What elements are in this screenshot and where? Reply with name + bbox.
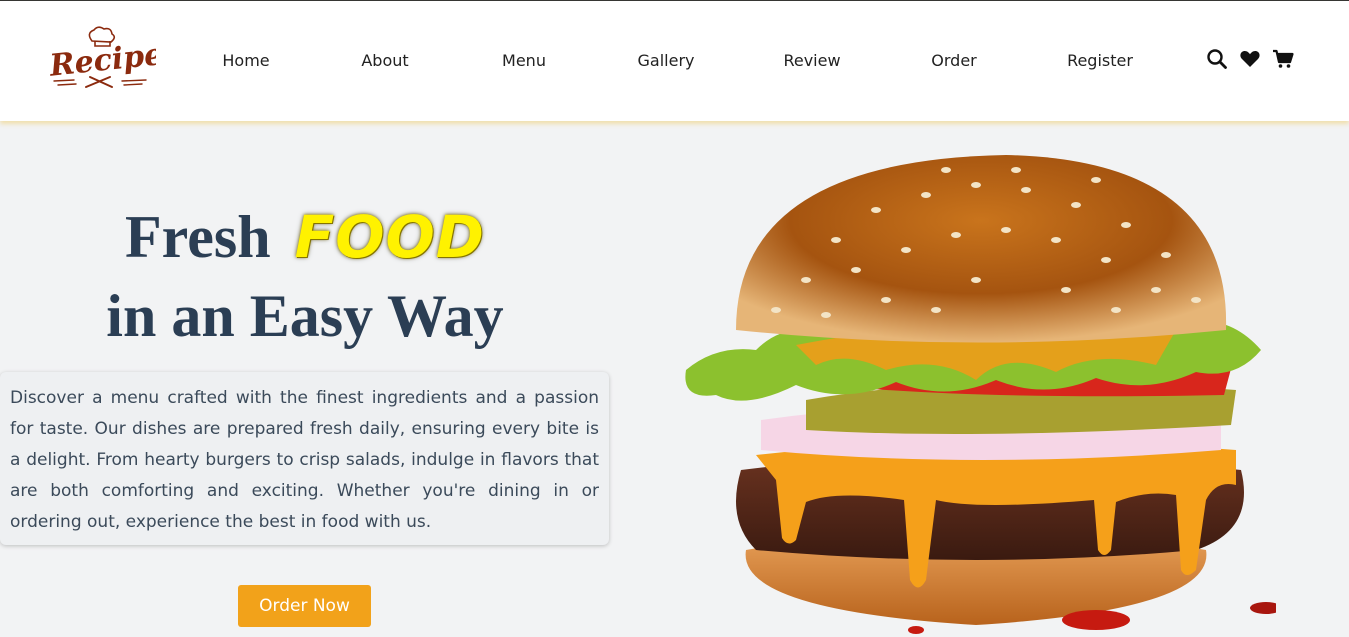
nav-item-gallery[interactable]: Gallery <box>638 51 695 70</box>
nav-item-order[interactable]: Order <box>931 51 976 70</box>
heart-icon[interactable] <box>1239 48 1261 70</box>
hero-subtitle: in an Easy Way <box>106 283 504 349</box>
site-header: Recipes Home About Menu Gallery Review O… <box>0 1 1349 121</box>
main-nav: Home About Menu Gallery Review Order Reg… <box>0 1 1200 121</box>
search-icon[interactable] <box>1206 48 1228 70</box>
hero-title-line1: Fresh FOOD <box>0 203 610 277</box>
hero-description: Discover a menu crafted with the finest … <box>10 388 599 532</box>
nav-item-menu[interactable]: Menu <box>502 51 546 70</box>
hero-title-highlight: FOOD <box>294 203 485 271</box>
nav-item-register[interactable]: Register <box>1067 51 1133 70</box>
nav-item-about[interactable]: About <box>361 51 408 70</box>
hero-title-word: Fresh <box>125 204 271 270</box>
nav-item-review[interactable]: Review <box>783 51 840 70</box>
description-card: Discover a menu crafted with the finest … <box>0 372 609 545</box>
order-now-button[interactable]: Order Now <box>238 585 371 627</box>
nav-item-home[interactable]: Home <box>222 51 269 70</box>
cart-icon[interactable] <box>1272 48 1294 70</box>
burger-image <box>676 150 1282 637</box>
